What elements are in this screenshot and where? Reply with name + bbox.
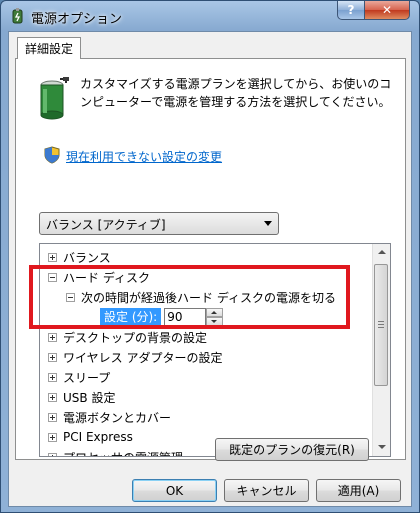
spin-up-button[interactable] [206, 308, 224, 317]
tree-item-label: バランス [63, 250, 111, 265]
scroll-thumb[interactable] [374, 264, 388, 386]
tree-item-desktop-background[interactable]: デスクトップの背景の設定 [48, 327, 207, 347]
grip-line [378, 324, 384, 325]
ok-button[interactable]: OK [132, 479, 217, 502]
expand-plus-icon[interactable] [48, 372, 57, 382]
tree-item-turn-off-hard-disk[interactable]: 次の時間が経過後ハード ディスクの電源を切る [66, 287, 336, 307]
tree-item-label: USB 設定 [63, 390, 116, 405]
tree-item-power-buttons[interactable]: 電源ボタンとカバー [48, 407, 171, 427]
help-button[interactable]: ? [337, 1, 365, 20]
tree-item-label: 電源ボタンとカバー [63, 410, 172, 425]
description-text: カスタマイズする電源プランを選択してから、お使いのコンピューターで電源を管理する… [80, 77, 392, 109]
tree-item-sleep[interactable]: スリープ [48, 367, 110, 387]
power-plan-select-value: バランス [アクティブ] [46, 218, 166, 232]
setting-minutes-label: 設定 (分): [100, 308, 162, 326]
minutes-input[interactable] [164, 308, 207, 326]
scroll-up-arrow-icon[interactable] [373, 244, 390, 261]
tree-item-processor[interactable]: プロセッサの電源管理 [48, 447, 183, 457]
expand-plus-icon[interactable] [48, 432, 57, 442]
expand-plus-icon[interactable] [48, 252, 57, 262]
tab-advanced-settings[interactable]: 詳細設定 [17, 37, 81, 59]
tree-item-label: デスクトップの背景の設定 [63, 330, 208, 345]
power-options-window: 電源オプション ? ✕ 詳細設定 カスタマイズする電源プランを選択してから、お使… [0, 0, 420, 513]
close-button[interactable]: ✕ [364, 1, 410, 20]
expand-plus-icon[interactable] [48, 332, 57, 342]
cancel-button[interactable]: キャンセル [224, 479, 309, 502]
tree-item-label: プロセッサの電源管理 [63, 449, 183, 457]
tree-item-label: PCI Express [63, 430, 133, 444]
tree-item-pci-express[interactable]: PCI Express [48, 427, 133, 447]
battery-plug-icon [40, 77, 69, 120]
grip-line [378, 327, 384, 328]
change-unavailable-settings-link[interactable]: 現在利用できない設定の変更 [66, 148, 222, 165]
tree-item-wireless-adapter[interactable]: ワイヤレス アダプターの設定 [48, 347, 222, 367]
collapse-minus-icon[interactable] [48, 272, 57, 282]
spin-down-button[interactable] [206, 317, 224, 326]
window-title: 電源オプション [31, 12, 123, 27]
expand-plus-icon[interactable] [48, 392, 57, 402]
uac-shield-icon [44, 146, 60, 164]
settings-tree[interactable]: バランス ハード ディスク 次の時間が経過後ハード ディスクの電源を切る 設定 … [39, 243, 391, 457]
dialog-client-area: 詳細設定 カスタマイズする電源プランを選択してから、お使いのコンピューターで電源… [8, 31, 412, 507]
restore-default-plan-button[interactable]: 既定のプランの復元(R) [215, 438, 369, 461]
power-options-icon [12, 8, 23, 24]
tree-item-label: ハード ディスク [63, 270, 150, 285]
title-bar[interactable]: 電源オプション ? ✕ [1, 1, 419, 31]
minutes-spinner[interactable] [164, 308, 224, 326]
tree-item-label: 次の時間が経過後ハード ディスクの電源を切る [81, 290, 336, 305]
tree-item-balance[interactable]: バランス [48, 247, 111, 267]
expand-plus-icon[interactable] [48, 352, 57, 362]
scroll-down-arrow-icon[interactable] [373, 439, 390, 456]
tree-item-usb[interactable]: USB 設定 [48, 387, 115, 407]
tree-item-label: スリープ [63, 370, 111, 385]
chevron-down-icon [264, 221, 272, 226]
advanced-settings-panel: カスタマイズする電源プランを選択してから、お使いのコンピューターで電源を管理する… [15, 58, 406, 460]
expand-plus-icon[interactable] [48, 412, 57, 422]
power-plan-select[interactable]: バランス [アクティブ] [39, 212, 279, 235]
grip-line [378, 321, 384, 322]
apply-button[interactable]: 適用(A) [316, 479, 401, 502]
collapse-minus-icon[interactable] [66, 292, 75, 302]
tree-item-hard-disk[interactable]: ハード ディスク [48, 267, 150, 287]
vertical-scrollbar[interactable] [372, 244, 390, 456]
expand-plus-icon[interactable] [48, 452, 57, 456]
tree-item-label: ワイヤレス アダプターの設定 [63, 350, 223, 365]
tree-item-setting-minutes[interactable]: 設定 (分): [100, 307, 224, 327]
